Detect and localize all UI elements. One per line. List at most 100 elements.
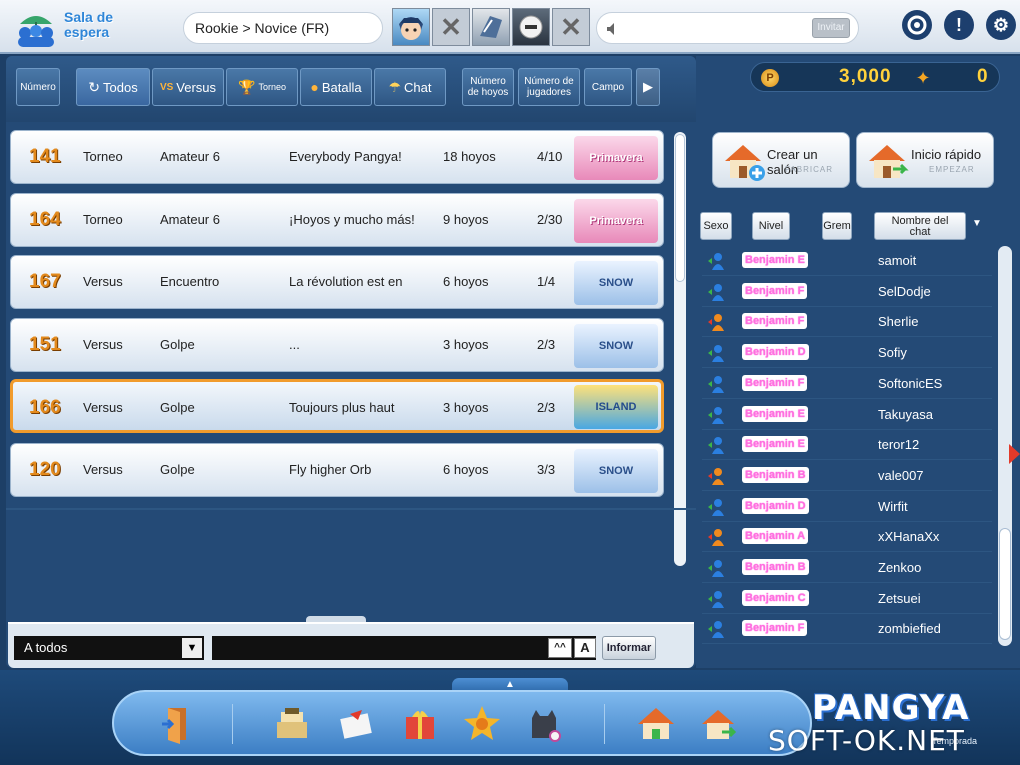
shop-icon[interactable]	[270, 702, 314, 746]
room-holes: 6 hoyos	[443, 274, 489, 289]
main-dock	[112, 690, 812, 756]
room-number: 164	[29, 209, 61, 230]
room-holes: 18 hoyos	[443, 149, 496, 164]
room-row[interactable]: 141 Torneo Amateur 6 Everybody Pangya! 1…	[10, 130, 664, 184]
user-row[interactable]: Benjamin F zombiefied	[702, 614, 992, 645]
male-user-icon	[708, 621, 724, 639]
user-row[interactable]: Benjamin B vale007	[702, 461, 992, 491]
user-row[interactable]: Benjamin F Sherlie	[702, 307, 992, 338]
chat-input[interactable]	[212, 636, 596, 660]
empty-slot-2[interactable]: ✕	[552, 8, 590, 46]
user-row[interactable]: Benjamin F SoftonicES	[702, 369, 992, 399]
font-large-button[interactable]: A	[574, 638, 596, 658]
alert-icon[interactable]: !	[944, 10, 974, 40]
exit-door-icon[interactable]	[156, 702, 200, 746]
user-row[interactable]: Benjamin D Sofiy	[702, 338, 992, 369]
tab-battle[interactable]: ● Batalla	[300, 68, 372, 106]
scrollbar-thumb[interactable]	[999, 528, 1011, 640]
room-mode: Golpe	[160, 337, 195, 352]
create-room-button[interactable]: Crear un salón FABRICAR	[712, 132, 850, 188]
invite-button[interactable]: Invitar	[812, 18, 850, 38]
room-row[interactable]: 120 Versus Golpe Fly higher Orb 6 hoyos …	[10, 443, 664, 497]
room-type: Versus	[83, 337, 123, 352]
font-small-button[interactable]: ^^	[548, 638, 572, 658]
quick-start-label: Inicio rápido	[911, 147, 982, 162]
room-holes: 3 hoyos	[443, 337, 489, 352]
sort-number-label: Número	[20, 81, 56, 93]
male-user-icon	[708, 345, 724, 363]
user-level: Benjamin E	[742, 252, 808, 268]
sort-guild-button[interactable]: Grem	[822, 212, 852, 240]
sort-course-button[interactable]: Campo	[584, 68, 632, 106]
room-mode: Golpe	[160, 462, 195, 477]
sort-nick-button[interactable]: Nombre del chat	[874, 212, 966, 240]
scratch-card-icon[interactable]	[460, 702, 504, 746]
user-row[interactable]: Benjamin D Wirfit	[702, 492, 992, 522]
sort-number-button[interactable]: Número	[16, 68, 60, 106]
report-button[interactable]: Informar	[602, 636, 656, 660]
room-mode: Golpe	[160, 400, 195, 415]
sort-players-button[interactable]: Número de jugadores	[518, 68, 580, 106]
user-level: Benjamin E	[742, 405, 808, 422]
sort-course-label: Campo	[591, 81, 625, 93]
sort-level-button[interactable]: Nivel	[752, 212, 790, 240]
ball-slot[interactable]	[512, 8, 550, 46]
user-row[interactable]: Benjamin E samoit	[702, 246, 992, 276]
character-avatar[interactable]	[392, 8, 430, 46]
speaker-icon	[607, 23, 614, 35]
refresh-icon: ↻	[88, 78, 101, 95]
play-arrow-icon: ▶	[643, 79, 653, 94]
room-type: Versus	[83, 274, 123, 289]
cash-register-icon	[277, 708, 307, 738]
room-number: 166	[29, 397, 61, 418]
pang-amount: 3,000	[839, 66, 892, 87]
room-row[interactable]: 167 Versus Encuentro La révolution est e…	[10, 255, 664, 309]
friends-icon[interactable]	[902, 10, 932, 40]
empty-slot-1[interactable]: ✕	[432, 8, 470, 46]
tab-battle-label: Batalla	[321, 79, 362, 95]
gear-icon[interactable]: ⚙	[986, 10, 1016, 40]
male-user-icon	[708, 283, 724, 301]
top-bar: Sala de espera Rookie > Novice (FR) ✕ ✕ …	[0, 0, 1020, 54]
sort-sex-button[interactable]: Sexo	[700, 212, 732, 240]
scrollbar-thumb[interactable]	[675, 134, 685, 282]
next-filter-button[interactable]: ▶	[636, 68, 660, 106]
tab-versus[interactable]: VS Versus	[152, 68, 224, 106]
sort-holes-button[interactable]: Número de hoyos	[462, 68, 514, 106]
room-list-scrollbar[interactable]	[674, 132, 686, 566]
caddie-slot[interactable]	[472, 8, 510, 46]
chevron-down-icon[interactable]: ▼	[972, 218, 982, 229]
mail-icon[interactable]	[334, 702, 378, 746]
inventory-icon[interactable]	[522, 702, 566, 746]
lounge-icon[interactable]	[696, 702, 740, 746]
tab-tournament[interactable]: 🏆 Torneo	[226, 68, 298, 106]
quick-start-button[interactable]: Inicio rápido EMPEZAR	[856, 132, 994, 188]
my-room-icon[interactable]	[634, 702, 678, 746]
user-row[interactable]: Benjamin A xXHanaXx	[702, 522, 992, 553]
users-group-icon	[18, 16, 54, 47]
room-row[interactable]: 151 Versus Golpe ... 3 hoyos 2/3 SNOW	[10, 318, 664, 372]
chevron-down-icon[interactable]: ▼	[182, 638, 202, 658]
user-row[interactable]: Benjamin E Takuyasa	[702, 400, 992, 430]
user-level: Benjamin E	[742, 436, 808, 453]
room-name: ...	[289, 337, 300, 352]
gift-icon[interactable]	[398, 702, 442, 746]
tab-chat[interactable]: ☂ Chat	[374, 68, 446, 106]
side-expand-arrow-icon[interactable]	[1009, 444, 1020, 464]
user-row[interactable]: Benjamin E teror12	[702, 430, 992, 461]
user-row[interactable]: Benjamin B Zenkoo	[702, 553, 992, 583]
tab-all[interactable]: ↻ Todos	[76, 68, 150, 106]
chat-input-bar: A todos ▼ ^^ A Informar	[8, 622, 694, 668]
room-row[interactable]: 164 Torneo Amateur 6 ¡Hoyos y mucho más!…	[10, 193, 664, 247]
room-name: La révolution est en	[289, 274, 403, 289]
user-level: Benjamin D	[742, 497, 809, 514]
chat-recipient-select[interactable]: A todos ▼	[14, 636, 204, 660]
tab-all-label: Todos	[103, 79, 138, 95]
male-user-icon	[708, 437, 724, 455]
female-user-icon	[708, 529, 724, 547]
door-icon	[162, 708, 186, 744]
user-row[interactable]: Benjamin F SelDodje	[702, 277, 992, 307]
user-row[interactable]: Benjamin C Zetsuei	[702, 584, 992, 614]
room-number: 120	[29, 459, 61, 480]
room-row-selected[interactable]: 166 Versus Golpe Toujours plus haut 3 ho…	[10, 379, 664, 433]
